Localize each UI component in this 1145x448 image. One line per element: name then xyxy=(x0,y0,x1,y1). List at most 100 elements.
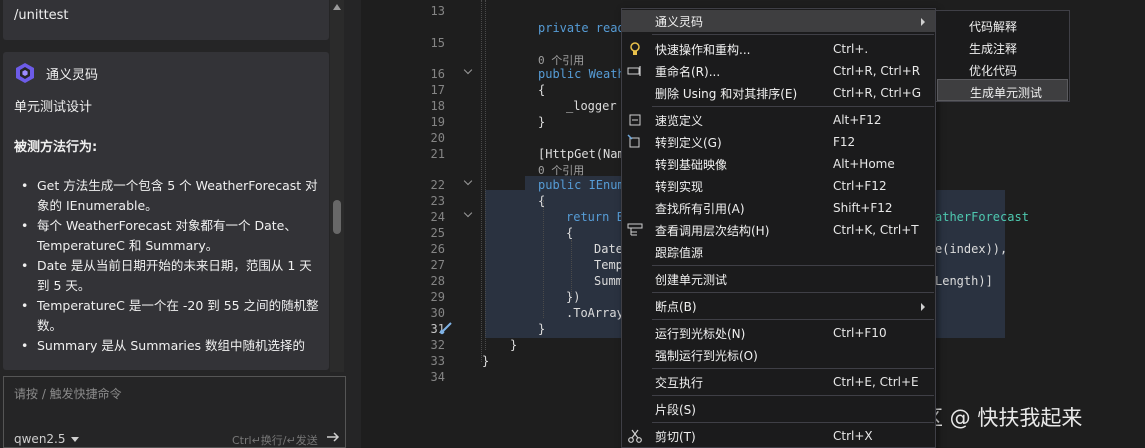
line-number: 28 xyxy=(430,274,445,288)
line-number: 23 xyxy=(430,194,445,208)
menu-separator xyxy=(652,368,934,369)
list-item: 每个 WeatherForecast 对象都有一个 Date、Temperatu… xyxy=(21,216,319,256)
code-line: atherForecast xyxy=(935,210,1029,224)
menu-separator xyxy=(652,292,934,293)
menu-item-snippet[interactable]: 片段(S) xyxy=(622,398,935,420)
list-item: TemperatureC 是一个在 -20 到 55 之间的随机整数。 xyxy=(21,296,319,336)
line-number: 21 xyxy=(430,147,445,161)
call-hierarchy-icon xyxy=(627,223,643,236)
line-number: 16 xyxy=(430,67,445,81)
menu-item-shortcut: Ctrl+E, Ctrl+E xyxy=(833,375,919,389)
brush-icon[interactable] xyxy=(438,320,454,336)
menu-item-shortcut: Ctrl+R, Ctrl+R xyxy=(833,64,921,78)
code-line: { xyxy=(566,226,574,240)
submenu-arrow-icon xyxy=(921,18,925,26)
list-item: Get 方法生成一个包含 5 个 WeatherForecast 对象的 IEn… xyxy=(21,176,319,216)
code-line: [HttpGet(Nam xyxy=(538,147,625,161)
codelens-references[interactable]: 0 个引用 xyxy=(538,162,584,178)
message-heading: 单元测试设计 xyxy=(14,100,93,115)
fold-chevron-icon[interactable] xyxy=(465,210,473,218)
menu-item-go-to-definition[interactable]: 转到定义(G) F12 xyxy=(622,131,935,153)
fold-chevron-icon[interactable] xyxy=(465,178,473,186)
menu-item-label: 删除 Using 和对其排序(E) xyxy=(655,86,798,101)
menu-item-label: 转到实现 xyxy=(655,179,704,194)
line-number: 17 xyxy=(430,83,445,97)
scrollbar-thumb[interactable] xyxy=(333,200,341,234)
line-number: 33 xyxy=(430,354,445,368)
menu-item-label: 速览定义 xyxy=(655,113,704,128)
fold-chevron-icon[interactable] xyxy=(465,67,473,75)
scissors-icon xyxy=(628,429,642,443)
submenu-item-label: 优化代码 xyxy=(969,64,1018,78)
model-selector[interactable]: qwen2.5 xyxy=(14,432,79,446)
menu-item-track-value-source[interactable]: 跟踪值源 xyxy=(622,241,935,263)
menu-item-sort-usings[interactable]: 删除 Using 和对其排序(E) Ctrl+R, Ctrl+G xyxy=(622,82,935,104)
menu-item-run-to-cursor[interactable]: 运行到光标处(N) Ctrl+F10 xyxy=(622,322,935,344)
menu-item-shortcut: Ctrl+X xyxy=(833,429,873,443)
menu-item-force-run-to-cursor[interactable]: 强制运行到光标(O) xyxy=(622,344,935,366)
menu-item-find-all-references[interactable]: 查找所有引用(A) Shift+F12 xyxy=(622,197,935,219)
model-name: qwen2.5 xyxy=(14,432,66,446)
slash-command-bubble: /unittest xyxy=(3,0,329,40)
menu-separator xyxy=(652,422,934,423)
submenu-item-explain-code[interactable]: 代码解释 xyxy=(937,14,1068,36)
code-line: } xyxy=(510,338,518,352)
list-item: Summary 是从 Summaries 数组中随机选择的 xyxy=(21,336,319,356)
list-item: Date 是从当前日期开始的未来日期，范围从 1 天到 5 天。 xyxy=(21,256,319,296)
menu-item-shortcut: Ctrl+F10 xyxy=(833,326,887,340)
line-number: 32 xyxy=(430,338,445,352)
chat-input[interactable]: 请按 / 触发快捷命令 qwen2.5 Ctrl↵换行/↵发送 xyxy=(3,376,346,448)
menu-item-call-hierarchy[interactable]: 查看调用层次结构(H) Ctrl+K, Ctrl+T xyxy=(622,219,935,241)
tongyi-logo-icon xyxy=(16,63,34,83)
menu-item-go-to-implementation[interactable]: 转到实现 Ctrl+F12 xyxy=(622,175,935,197)
code-line: public Weath xyxy=(538,67,625,81)
agent-name: 通义灵码 xyxy=(46,67,99,83)
send-arrow-icon[interactable] xyxy=(326,430,340,444)
menu-item-breakpoint[interactable]: 断点(B) xyxy=(622,295,935,317)
menu-item-quick-actions[interactable]: 快速操作和重构... Ctrl+. xyxy=(622,38,935,60)
menu-item-go-to-base[interactable]: 转到基础映像 Alt+Home xyxy=(622,153,935,175)
menu-item-label: 跟踪值源 xyxy=(655,245,704,260)
code-line: Length)] xyxy=(935,274,993,288)
menu-item-label: 通义灵码 xyxy=(655,14,704,29)
submenu-item-label: 生成单元测试 xyxy=(970,86,1043,100)
menu-item-shortcut: Alt+F12 xyxy=(833,113,882,127)
scroll-up-arrow-icon[interactable] xyxy=(333,4,341,10)
line-number: 15 xyxy=(430,36,445,50)
submenu-item-label: 生成注释 xyxy=(969,42,1018,56)
codelens-references[interactable]: 0 个引用 xyxy=(538,52,584,68)
menu-item-peek-definition[interactable]: 速览定义 Alt+F12 xyxy=(622,109,935,131)
menu-item-rename[interactable]: 重命名(R)... Ctrl+R, Ctrl+R xyxy=(622,60,935,82)
menu-item-label: 重命名(R)... xyxy=(655,64,721,79)
line-number: 26 xyxy=(430,242,445,256)
line-number: 29 xyxy=(430,290,445,304)
menu-item-label: 剪切(T) xyxy=(655,429,696,444)
menu-item-shortcut: Ctrl+K, Ctrl+T xyxy=(833,223,919,237)
line-number: 34 xyxy=(430,370,445,384)
submenu-item-generate-unit-tests[interactable]: 生成单元测试 xyxy=(937,79,1068,101)
menu-item-tongyi[interactable]: 通义灵码 xyxy=(622,10,935,32)
line-number: 19 xyxy=(430,115,445,129)
chat-scrollbar[interactable] xyxy=(330,0,344,372)
menu-item-shortcut: F12 xyxy=(833,135,856,149)
indent-guide xyxy=(485,0,486,350)
line-number: 13 xyxy=(430,4,445,18)
menu-item-create-unit-tests[interactable]: 创建单元测试 xyxy=(622,268,935,290)
indent-guide xyxy=(543,200,544,318)
line-number: 27 xyxy=(430,258,445,272)
menu-item-label: 转到基础映像 xyxy=(655,157,728,172)
lightbulb-icon xyxy=(630,42,640,55)
line-number: 24 xyxy=(430,210,445,224)
submenu-item-generate-comments[interactable]: 生成注释 xyxy=(937,36,1068,58)
submenu-item-optimize-code[interactable]: 优化代码 xyxy=(937,58,1068,80)
code-line: Temp xyxy=(594,258,623,272)
agent-header: 通义灵码 xyxy=(13,61,98,85)
code-token: private read xyxy=(538,21,625,35)
slash-command-text: /unittest xyxy=(14,8,69,23)
line-number: 22 xyxy=(430,178,445,192)
menu-item-label: 查找所有引用(A) xyxy=(655,201,745,216)
menu-item-execute-interactive[interactable]: 交互执行 Ctrl+E, Ctrl+E xyxy=(622,371,935,393)
menu-item-cut[interactable]: 剪切(T) Ctrl+X xyxy=(622,425,935,447)
menu-item-shortcut: Ctrl+. xyxy=(833,42,869,56)
menu-item-label: 断点(B) xyxy=(655,299,697,314)
